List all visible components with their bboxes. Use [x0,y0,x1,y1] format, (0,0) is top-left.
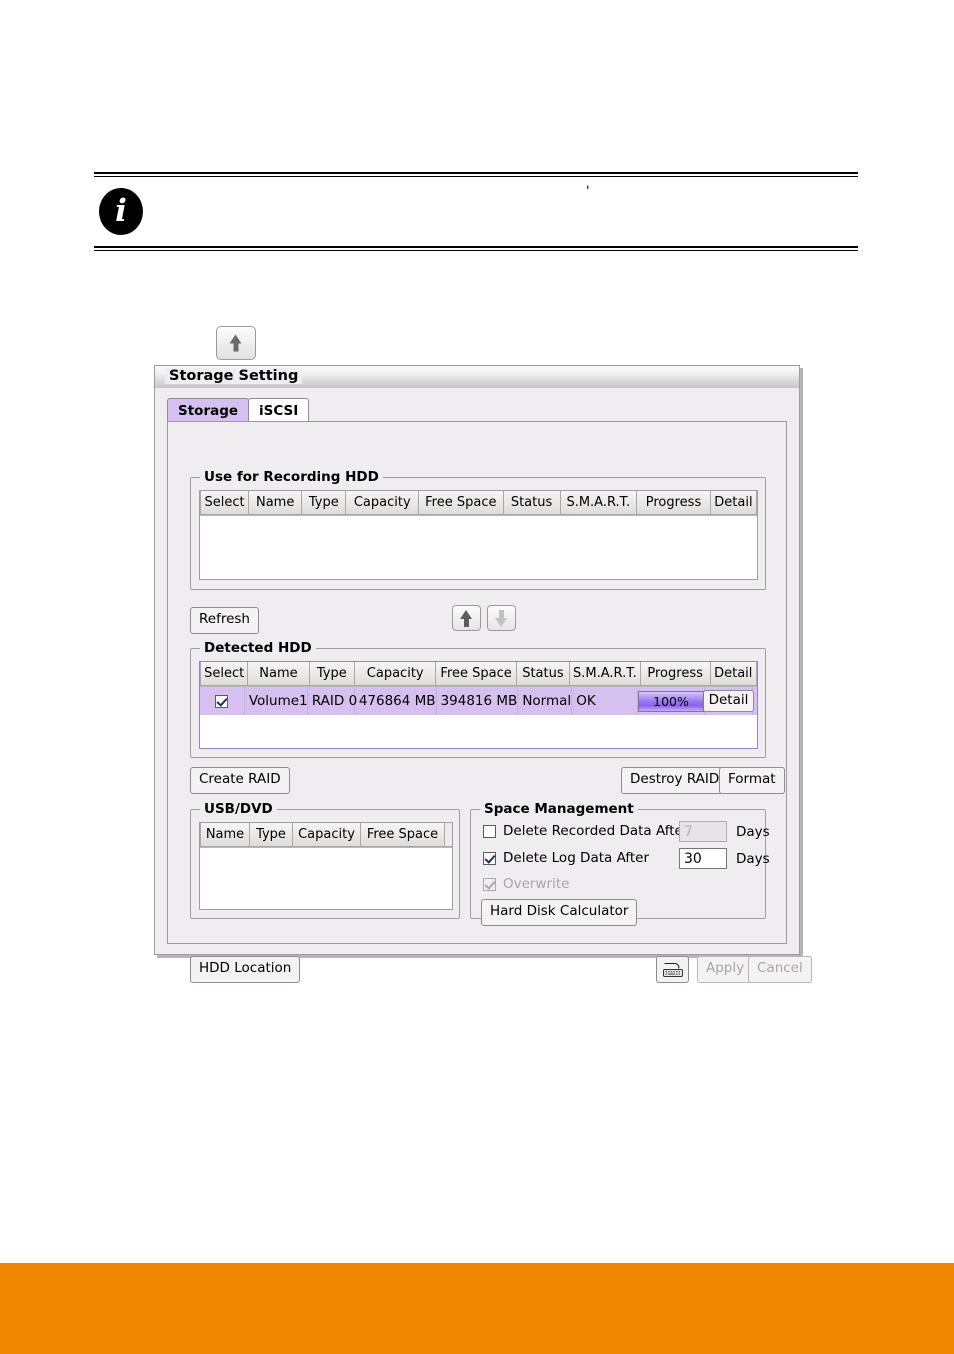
delete-log-data-label: Delete Log Data After [503,850,649,866]
col-capacity[interactable]: Capacity [355,662,437,686]
delete-log-days-unit: Days [736,851,770,867]
overwrite-row: Overwrite [483,876,569,892]
cell-name: Volume1 [245,687,308,715]
page-footer-bar [0,1263,954,1354]
note-rule-top [94,172,858,177]
info-icon: i [99,188,143,235]
col-capacity[interactable]: Capacity [346,491,420,515]
dialog-title: Storage Setting [165,368,303,384]
group-title-recording-hdd: Use for Recording HDD [200,469,383,485]
col-select[interactable]: Select [200,662,249,686]
usb-dvd-table-header: Name Type Capacity Free Space [200,823,452,848]
cell-filler [753,687,757,715]
cell-status: Normal [518,687,573,715]
delete-recorded-data-label: Delete Recorded Data After [503,823,689,839]
group-use-for-recording-hdd: Use for Recording HDD Select Name Type C… [190,469,766,590]
cell-type: RAID 0 [308,687,357,715]
progress-bar: 100% [638,690,704,712]
create-raid-button[interactable]: Create RAID [190,767,290,794]
col-status[interactable]: Status [516,662,571,686]
col-name[interactable]: Name [248,662,310,686]
hdd-location-button[interactable]: HDD Location [190,956,301,983]
tab-storage[interactable]: Storage [167,398,250,422]
delete-log-data-row: Delete Log Data After [483,850,649,866]
apply-button[interactable]: Apply [697,956,754,983]
delete-recorded-data-row: Delete Recorded Data After [483,823,688,839]
progress-bar-label: 100% [653,693,689,709]
format-button[interactable]: Format [719,767,785,794]
delete-recorded-days-unit: Days [736,824,770,840]
col-capacity[interactable]: Capacity [293,823,361,847]
note-rule-bottom [94,246,858,251]
overwrite-checkbox [483,877,496,891]
col-name[interactable]: Name [249,491,303,515]
storage-setting-dialog: Storage Setting Storage iSCSI Use for Re… [154,365,812,983]
scroll-to-top-button[interactable] [216,326,256,360]
col-status[interactable]: Status [503,491,561,515]
tab-iscsi[interactable]: iSCSI [248,398,310,422]
cell-smart: OK [572,687,638,715]
col-detail[interactable]: Detail [710,491,757,515]
col-type[interactable]: Type [302,491,347,515]
col-type[interactable]: Type [309,662,356,686]
cell-select[interactable] [200,687,245,715]
cell-progress: 100% [638,687,705,715]
move-down-button[interactable] [487,605,516,631]
col-select[interactable]: Select [200,491,250,515]
tabstrip: Storage iSCSI [167,397,310,422]
col-free-space[interactable]: Free Space [436,662,517,686]
destroy-raid-button[interactable]: Destroy RAID [621,767,729,794]
cell-free-space: 394816 MB [437,687,519,715]
delete-recorded-days-input[interactable] [679,821,727,842]
col-smart[interactable]: S.M.A.R.T. [560,491,638,515]
hard-disk-calculator-button[interactable]: Hard Disk Calculator [481,899,638,926]
detected-hdd-table-header: Select Name Type Capacity Free Space Sta… [200,662,757,687]
recording-hdd-table-header: Select Name Type Capacity Free Space Sta… [200,491,757,516]
cancel-button[interactable]: Cancel [748,956,812,983]
col-filler [445,823,452,847]
col-type[interactable]: Type [250,823,293,847]
detected-hdd-table: Select Name Type Capacity Free Space Sta… [199,661,758,749]
group-title-space-management: Space Management [480,801,638,817]
recording-hdd-table: Select Name Type Capacity Free Space Sta… [199,490,758,580]
group-title-detected-hdd: Detected HDD [200,640,316,656]
arrow-down-icon [495,609,508,627]
col-progress[interactable]: Progress [640,662,711,686]
row-detail-button[interactable]: Detail [702,690,755,712]
usb-dvd-table: Name Type Capacity Free Space [199,822,453,910]
cell-detail: Detail [702,687,755,715]
keyboard-icon [662,963,683,977]
storage-tab-panel: Use for Recording HDD Select Name Type C… [167,421,812,983]
table-row[interactable]: Volume1 RAID 0 476864 MB 394816 MB Norma… [200,687,757,715]
col-detail[interactable]: Detail [710,662,757,686]
col-progress[interactable]: Progress [637,491,711,515]
col-smart[interactable]: S.M.A.R.T. [570,662,641,686]
group-title-usb-dvd: USB/DVD [200,801,277,817]
delete-recorded-data-checkbox[interactable] [483,824,496,838]
dialog-titlebar: Storage Setting [155,366,799,389]
cell-capacity: 476864 MB [355,687,437,715]
note-callout: i ' [94,172,858,251]
dialog-body: Storage iSCSI Use for Recording HDD Sele… [155,388,812,983]
delete-log-days-input[interactable] [679,848,727,869]
note-tick-mark: ' [586,184,590,199]
col-name[interactable]: Name [200,823,250,847]
overwrite-label: Overwrite [503,876,570,892]
group-usb-dvd: USB/DVD Name Type Capacity Free Space [190,801,460,919]
row-select-checkbox[interactable] [215,694,229,708]
group-detected-hdd: Detected HDD Select Name Type Capacity F… [190,640,766,758]
virtual-keyboard-button[interactable] [656,956,689,983]
group-space-management: Space Management Delete Recorded Data Af… [470,801,770,926]
refresh-button[interactable]: Refresh [190,607,259,634]
col-free-space[interactable]: Free Space [419,491,504,515]
move-up-button[interactable] [452,605,481,631]
col-free-space[interactable]: Free Space [361,823,445,847]
arrow-up-icon [460,609,473,627]
delete-log-data-checkbox[interactable] [483,851,496,865]
